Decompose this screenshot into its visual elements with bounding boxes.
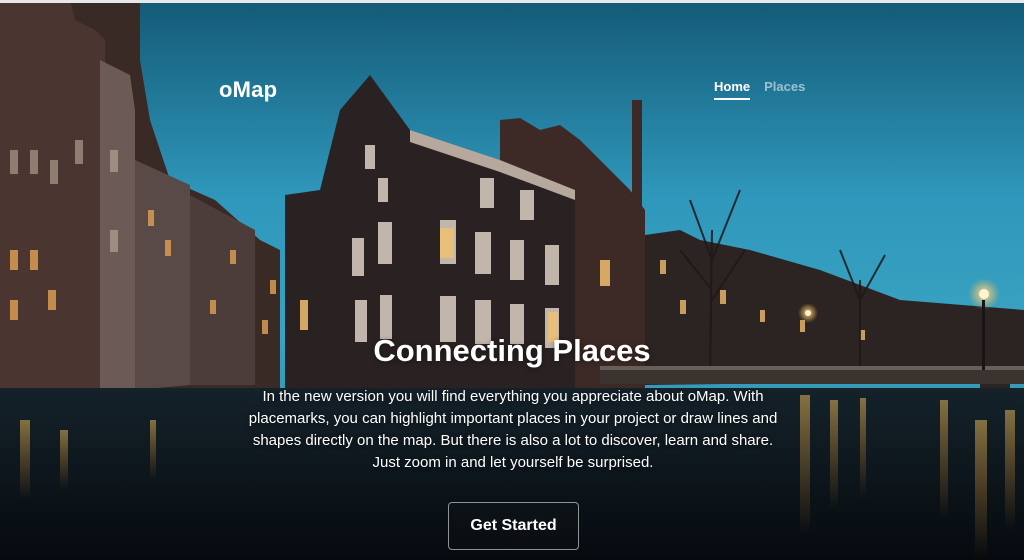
top-border	[0, 0, 1024, 3]
nav-item-home[interactable]: Home	[714, 79, 751, 100]
hero-background-image	[0, 0, 1024, 560]
brand-logo[interactable]: oMap	[219, 77, 277, 103]
nav-item-places[interactable]: Places	[764, 79, 805, 100]
hero-title: Connecting Places	[373, 333, 651, 368]
hero-description: In the new version you will find everyth…	[248, 388, 778, 471]
main-nav: Home Places	[714, 79, 805, 100]
get-started-button[interactable]: Get Started	[448, 502, 579, 550]
hero-section: oMap Home Places Connecting Places In th…	[0, 0, 1024, 560]
